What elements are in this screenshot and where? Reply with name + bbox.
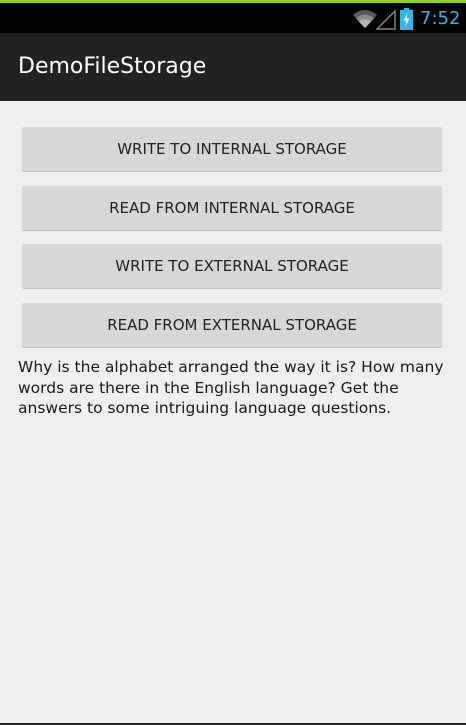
status-clock: 7:52 — [420, 8, 461, 29]
wifi-icon — [353, 10, 377, 28]
write-internal-storage-button[interactable]: WRITE TO INTERNAL STORAGE — [22, 127, 442, 171]
signal-icon — [376, 10, 396, 30]
app-title: DemoFileStorage — [18, 54, 207, 79]
storage-content-text: Why is the alphabet arranged the way it … — [18, 358, 444, 417]
main-content: WRITE TO INTERNAL STORAGE READ FROM INTE… — [0, 101, 466, 723]
status-bar: 7:52 — [0, 3, 466, 33]
write-external-storage-button[interactable]: WRITE TO EXTERNAL STORAGE — [22, 244, 442, 288]
battery-icon — [400, 8, 413, 30]
read-external-storage-button[interactable]: READ FROM EXTERNAL STORAGE — [22, 303, 442, 347]
action-bar: DemoFileStorage — [0, 33, 466, 101]
read-internal-storage-button[interactable]: READ FROM INTERNAL STORAGE — [22, 186, 442, 230]
